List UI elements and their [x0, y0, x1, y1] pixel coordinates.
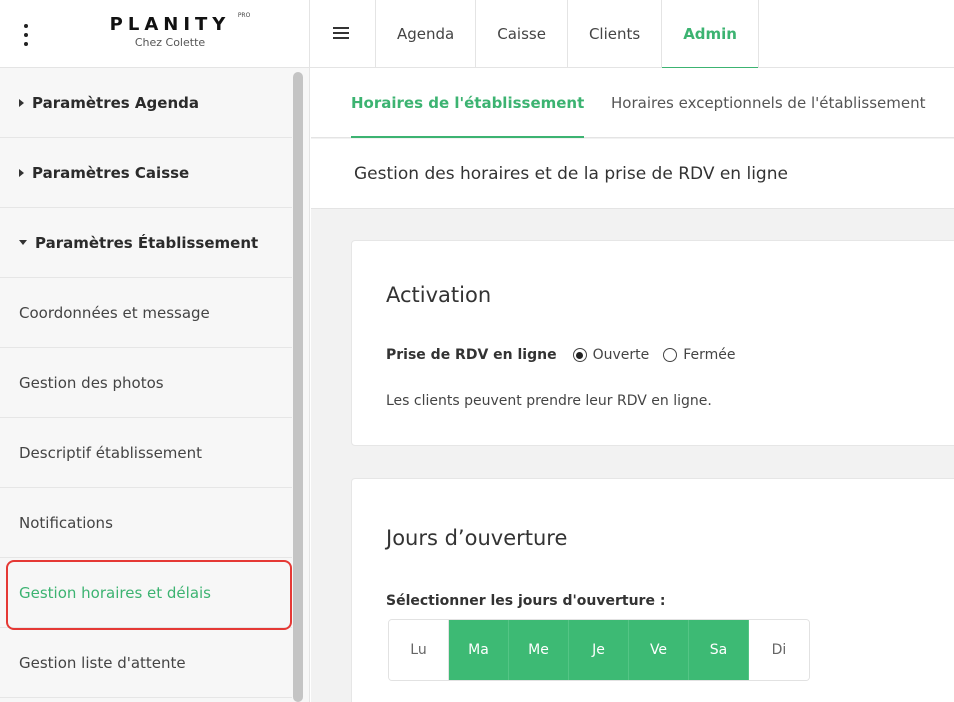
sidebar-item-photos[interactable]: Gestion des photos	[0, 348, 292, 418]
day-toggle-sa[interactable]: Sa	[689, 620, 749, 680]
sidebar-item-label: Gestion des photos	[19, 373, 164, 392]
day-toggle-ma[interactable]: Ma	[449, 620, 509, 680]
caret-right-icon	[19, 168, 24, 177]
logo-wordmark: PLANITY PRO	[109, 12, 251, 35]
main-content: Horaires de l'établissement Horaires exc…	[311, 68, 954, 702]
opening-days-card: Jours d’ouverture Sélectionner les jours…	[351, 478, 954, 702]
day-toggle-lu[interactable]: Lu	[389, 620, 449, 680]
day-toggle-je[interactable]: Je	[569, 620, 629, 680]
day-toggle-di[interactable]: Di	[749, 620, 809, 680]
sidebar-item-label: Paramètres Caisse	[32, 163, 190, 182]
tab-caisse[interactable]: Caisse	[475, 0, 567, 68]
more-vertical-icon[interactable]	[22, 24, 30, 46]
radio-unchecked-icon[interactable]	[663, 348, 678, 362]
top-bar: PLANITY PRO Chez Colette Agenda Caisse C…	[0, 0, 954, 69]
radio-ouverte-label: Ouverte	[592, 347, 650, 363]
caret-down-icon	[19, 240, 27, 245]
sidebar-scrollbar[interactable]	[293, 72, 303, 702]
sidebar-item-descriptif[interactable]: Descriptif établissement	[0, 418, 292, 488]
tab-horaires-exceptionnels[interactable]: Horaires exceptionnels de l'établissemen…	[611, 68, 925, 138]
settings-sidebar: Paramètres Agenda Paramètres Caisse Para…	[0, 68, 310, 702]
day-selector: Lu Ma Me Je Ve Sa Di	[388, 619, 810, 681]
salon-name: Chez Colette	[134, 36, 206, 49]
page-title: Gestion des horaires et de la prise de R…	[311, 139, 954, 209]
activation-card: Activation Prise de RDV en ligne Ouverte…	[351, 240, 954, 446]
tab-admin[interactable]: Admin	[661, 0, 759, 69]
brand-area: PLANITY PRO Chez Colette	[0, 0, 310, 68]
sidebar-item-label: Notifications	[19, 513, 113, 532]
sidebar-item-label: Gestion liste d'attente	[19, 653, 186, 672]
online-booking-label: Prise de RDV en ligne	[386, 347, 557, 363]
day-toggle-me[interactable]: Me	[509, 620, 569, 680]
opening-days-label: Sélectionner les jours d'ouverture :	[386, 593, 666, 609]
tab-agenda[interactable]: Agenda	[375, 0, 475, 68]
opening-days-title: Jours d’ouverture	[386, 526, 568, 550]
sidebar-section-etablissement[interactable]: Paramètres Établissement	[0, 208, 292, 278]
online-booking-radio-group: Prise de RDV en ligne Ouverte Fermée	[386, 347, 750, 363]
main-nav: Agenda Caisse Clients Admin	[375, 0, 759, 69]
sidebar-item-label: Paramètres Agenda	[32, 93, 199, 112]
tab-horaires-etablissement[interactable]: Horaires de l'établissement	[351, 68, 585, 138]
sidebar-item-label: Gestion horaires et délais	[19, 583, 211, 602]
sidebar-item-horaires[interactable]: Gestion horaires et délais	[0, 558, 292, 628]
tab-clients[interactable]: Clients	[566, 0, 661, 68]
sidebar-section-agenda[interactable]: Paramètres Agenda	[0, 68, 292, 138]
sidebar-item-liste-attente[interactable]: Gestion liste d'attente	[0, 628, 292, 698]
sidebar-list: Paramètres Agenda Paramètres Caisse Para…	[0, 68, 292, 698]
activation-title: Activation	[386, 283, 492, 307]
sidebar-item-label: Coordonnées et message	[19, 303, 210, 322]
sub-tabs: Horaires de l'établissement Horaires exc…	[311, 68, 954, 138]
logo: PLANITY PRO Chez Colette	[90, 12, 251, 49]
activation-helper-text: Les clients peuvent prendre leur RDV en …	[386, 393, 712, 409]
app-root: PLANITY PRO Chez Colette Agenda Caisse C…	[0, 0, 954, 702]
logo-name: PLANITY	[109, 14, 231, 35]
radio-ouverte[interactable]: Ouverte	[572, 347, 650, 363]
sidebar-item-label: Paramètres Établissement	[35, 233, 259, 252]
caret-right-icon	[19, 98, 24, 107]
logo-superscript: PRO	[237, 12, 251, 19]
sidebar-section-caisse[interactable]: Paramètres Caisse	[0, 138, 292, 208]
sidebar-item-label: Descriptif établissement	[19, 443, 203, 462]
radio-checked-icon[interactable]	[572, 348, 587, 362]
sidebar-item-notifications[interactable]: Notifications	[0, 488, 292, 558]
sidebar-item-coordonnees[interactable]: Coordonnées et message	[0, 278, 292, 348]
day-toggle-ve[interactable]: Ve	[629, 620, 689, 680]
radio-fermee-label: Fermée	[683, 347, 736, 363]
radio-fermee[interactable]: Fermée	[663, 347, 736, 363]
hamburger-menu-icon[interactable]	[333, 27, 349, 39]
